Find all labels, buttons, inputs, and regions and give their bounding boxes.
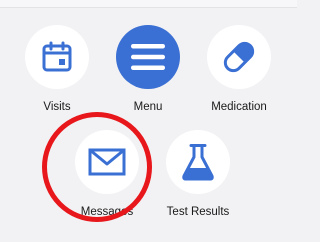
medication-icon-circle [207,25,271,89]
messages-label: Messages [80,206,134,218]
flask-icon [182,144,214,181]
test-results-label: Test Results [166,206,230,218]
test-results-icon-circle [166,130,230,194]
medication-label: Medication [211,101,267,113]
visits-button[interactable]: Visits [12,25,102,125]
visits-label: Visits [43,101,71,113]
test-results-button[interactable]: Test Results [153,130,243,230]
top-bar [0,0,297,8]
messages-icon-circle [75,130,139,194]
menu-label: Menu [133,101,163,113]
menu-button[interactable]: Menu [103,25,193,125]
pill-icon [223,41,255,73]
calendar-icon [42,41,72,72]
menu-icon-circle [116,25,180,89]
visits-icon-circle [25,25,89,89]
envelope-icon [88,148,126,176]
hamburger-menu-icon [131,44,165,70]
messages-button[interactable]: Messages [62,130,152,230]
medication-button[interactable]: Medication [194,25,284,125]
